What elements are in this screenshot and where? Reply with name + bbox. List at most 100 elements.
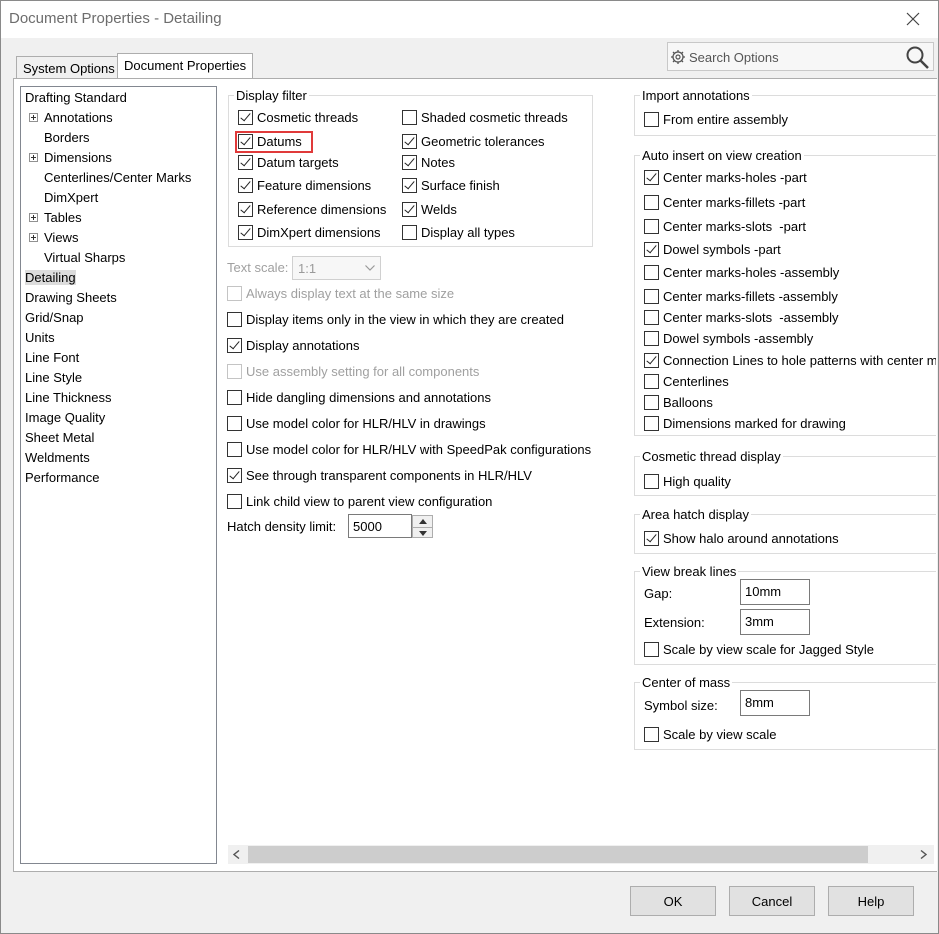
- checkbox-box[interactable]: [402, 178, 417, 193]
- checkbox-box[interactable]: [238, 225, 253, 240]
- checkbox-box[interactable]: [402, 225, 417, 240]
- ok-button[interactable]: OK: [630, 886, 716, 916]
- close-button[interactable]: [896, 4, 930, 34]
- checkbox-datum-targets[interactable]: Datum targets: [238, 155, 339, 170]
- checkbox-center-marks-fillets-assembly[interactable]: Center marks-fillets -assembly: [644, 289, 838, 304]
- checkbox-box[interactable]: [227, 494, 242, 509]
- tab-system-options[interactable]: System Options: [16, 56, 122, 78]
- tree-item-dimensions[interactable]: Dimensions: [44, 150, 112, 165]
- expander-icon[interactable]: [29, 213, 38, 222]
- checkbox-shaded-cosmetic-threads[interactable]: Shaded cosmetic threads: [402, 110, 568, 125]
- expander-icon[interactable]: [29, 233, 38, 242]
- checkbox-box[interactable]: [644, 727, 659, 742]
- spin-up-icon[interactable]: [413, 516, 432, 527]
- checkbox-display-annotations[interactable]: Display annotations: [227, 338, 359, 353]
- cancel-button[interactable]: Cancel: [729, 886, 815, 916]
- tree-item-views[interactable]: Views: [44, 230, 78, 245]
- checkbox-display-items-only[interactable]: Display items only in the view in which …: [227, 312, 564, 327]
- checkbox-box[interactable]: [644, 310, 659, 325]
- checkbox-box[interactable]: [644, 531, 659, 546]
- tree-item-sheet-metal[interactable]: Sheet Metal: [25, 430, 94, 445]
- tree-item-tables[interactable]: Tables: [44, 210, 82, 225]
- checkbox-box[interactable]: [644, 219, 659, 234]
- symbol-size-input[interactable]: 8mm: [740, 690, 810, 716]
- tree-item-line-font[interactable]: Line Font: [25, 350, 79, 365]
- tree-item-line-thickness[interactable]: Line Thickness: [25, 390, 111, 405]
- checkbox-box[interactable]: [227, 364, 242, 379]
- tree-item-dimxpert[interactable]: DimXpert: [44, 190, 98, 205]
- hatch-density-input[interactable]: 5000: [348, 514, 412, 538]
- checkbox-see-through-transparent[interactable]: See through transparent components in HL…: [227, 468, 532, 483]
- checkbox-box[interactable]: [402, 155, 417, 170]
- expander-icon[interactable]: [29, 153, 38, 162]
- checkbox-surface-finish[interactable]: Surface finish: [402, 178, 500, 193]
- checkbox-box[interactable]: [227, 390, 242, 405]
- checkbox-connection-lines[interactable]: Connection Lines to hole patterns with c…: [644, 353, 936, 368]
- spin-down-icon[interactable]: [413, 527, 432, 538]
- checkbox-dowel-symbols-assembly[interactable]: Dowel symbols -assembly: [644, 331, 813, 346]
- search-icon[interactable]: [905, 45, 930, 70]
- checkbox-box[interactable]: [644, 353, 659, 368]
- tree-item-image-quality[interactable]: Image Quality: [25, 410, 105, 425]
- checkbox-box[interactable]: [227, 286, 242, 301]
- checkbox-model-color-speedpak[interactable]: Use model color for HLR/HLV with SpeedPa…: [227, 442, 591, 457]
- checkbox-always-display-text[interactable]: Always display text at the same size: [227, 286, 454, 301]
- tree-item-line-style[interactable]: Line Style: [25, 370, 82, 385]
- tree-item-borders[interactable]: Borders: [44, 130, 90, 145]
- checkbox-hide-dangling[interactable]: Hide dangling dimensions and annotations: [227, 390, 491, 405]
- tab-document-properties[interactable]: Document Properties: [117, 53, 254, 78]
- scroll-right-icon[interactable]: [920, 850, 927, 859]
- checkbox-dimxpert-dimensions[interactable]: DimXpert dimensions: [238, 225, 381, 240]
- checkbox-box[interactable]: [644, 170, 659, 185]
- checkbox-box[interactable]: [644, 289, 659, 304]
- checkbox-cosmetic-threads[interactable]: Cosmetic threads: [238, 110, 358, 125]
- checkbox-box[interactable]: [644, 395, 659, 410]
- checkbox-display-all-types[interactable]: Display all types: [402, 225, 515, 240]
- checkbox-center-marks-fillets-part[interactable]: Center marks-fillets -part: [644, 195, 805, 210]
- checkbox-box[interactable]: [644, 374, 659, 389]
- checkbox-model-color-drawings[interactable]: Use model color for HLR/HLV in drawings: [227, 416, 486, 431]
- checkbox-balloons[interactable]: Balloons: [644, 395, 713, 410]
- text-scale-select[interactable]: 1:1: [292, 256, 381, 280]
- hatch-density-spinner[interactable]: [412, 515, 433, 538]
- tree-item-grid-snap[interactable]: Grid/Snap: [25, 310, 84, 325]
- checkbox-geometric-tolerances[interactable]: Geometric tolerances: [402, 134, 545, 149]
- tree-item-detailing[interactable]: Detailing: [25, 270, 76, 285]
- tree-item-performance[interactable]: Performance: [25, 470, 99, 485]
- checkbox-box[interactable]: [644, 474, 659, 489]
- checkbox-center-marks-holes-assembly[interactable]: Center marks-holes -assembly: [644, 265, 839, 280]
- checkbox-box[interactable]: [227, 416, 242, 431]
- gap-input[interactable]: 10mm: [740, 579, 810, 605]
- search-input[interactable]: Search Options: [667, 42, 934, 71]
- checkbox-box[interactable]: [402, 134, 417, 149]
- checkbox-box[interactable]: [238, 202, 253, 217]
- checkbox-notes[interactable]: Notes: [402, 155, 455, 170]
- checkbox-dimensions-marked[interactable]: Dimensions marked for drawing: [644, 416, 846, 431]
- checkbox-box[interactable]: [227, 338, 242, 353]
- checkbox-use-assembly-setting[interactable]: Use assembly setting for all components: [227, 364, 479, 379]
- checkbox-feature-dimensions[interactable]: Feature dimensions: [238, 178, 371, 193]
- checkbox-box[interactable]: [227, 312, 242, 327]
- checkbox-box[interactable]: [227, 468, 242, 483]
- checkbox-box[interactable]: [238, 155, 253, 170]
- checkbox-welds[interactable]: Welds: [402, 202, 457, 217]
- checkbox-show-halo[interactable]: Show halo around annotations: [644, 531, 839, 546]
- checkbox-dowel-symbols-part[interactable]: Dowel symbols -part: [644, 242, 781, 257]
- tree-item-virtual-sharps[interactable]: Virtual Sharps: [44, 250, 125, 265]
- checkbox-box[interactable]: [644, 112, 659, 127]
- checkbox-scale-jagged[interactable]: Scale by view scale for Jagged Style: [644, 642, 874, 657]
- tree-item-weldments[interactable]: Weldments: [25, 450, 90, 465]
- checkbox-box[interactable]: [644, 416, 659, 431]
- checkbox-box[interactable]: [644, 265, 659, 280]
- checkbox-center-marks-slots-assembly[interactable]: Center marks-slots -assembly: [644, 310, 839, 325]
- tree-item-annotations[interactable]: Annotations: [44, 110, 113, 125]
- checkbox-box[interactable]: [238, 110, 253, 125]
- checkbox-box[interactable]: [644, 331, 659, 346]
- tree-item-centerlines[interactable]: Centerlines/Center Marks: [44, 170, 191, 185]
- horizontal-scrollbar[interactable]: [228, 845, 934, 864]
- checkbox-link-child-view[interactable]: Link child view to parent view configura…: [227, 494, 492, 509]
- tree-item-drafting-standard[interactable]: Drafting Standard: [25, 90, 127, 105]
- scroll-thumb[interactable]: [248, 846, 868, 863]
- checkbox-box[interactable]: [644, 195, 659, 210]
- checkbox-from-entire-assembly[interactable]: From entire assembly: [644, 112, 788, 127]
